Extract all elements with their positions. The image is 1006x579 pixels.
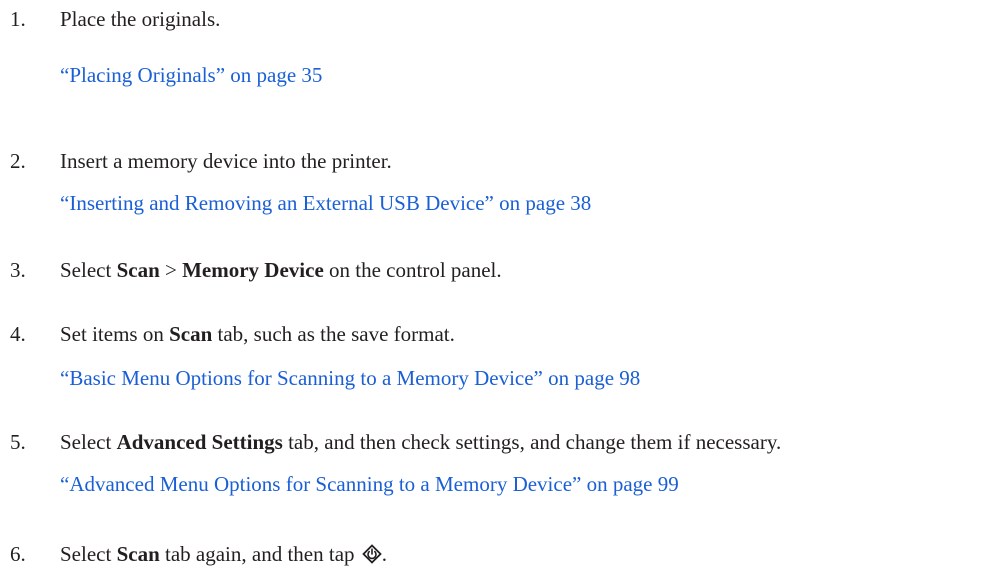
step-text: Set items on Scan tab, such as the save … [60, 321, 455, 347]
inserting-removing-usb-link[interactable]: “Inserting and Removing an External USB … [60, 190, 591, 216]
step-number: 3. [10, 258, 26, 282]
advanced-settings-term: Advanced Settings [116, 430, 283, 454]
start-button-icon [361, 544, 382, 564]
step-text-part: Place the originals. [60, 7, 221, 31]
scan-tab-term: Scan [116, 542, 160, 566]
step-text-part: > [159, 258, 183, 282]
step-number: 4. [10, 322, 26, 346]
step-number: 1. [10, 7, 26, 31]
step-text-part: tab again, and then tap [159, 542, 360, 566]
procedure-steps: 1. Place the originals. “Placing Origina… [0, 0, 1006, 579]
advanced-menu-options-link[interactable]: “Advanced Menu Options for Scanning to a… [60, 471, 679, 497]
memory-device-term: Memory Device [182, 258, 324, 282]
step-text-part: on the control panel. [323, 258, 502, 282]
scan-tab-term: Scan [169, 322, 213, 346]
step-text-part: tab, and then check settings, and change… [282, 430, 782, 454]
step-number: 5. [10, 430, 26, 454]
scan-menu-term: Scan [116, 258, 160, 282]
step-text-part: Select [60, 430, 117, 454]
step-text-part: Select [60, 542, 117, 566]
step-number: 2. [10, 149, 26, 173]
step-text-part: tab, such as the save format. [212, 322, 455, 346]
step-text: Insert a memory device into the printer. [60, 148, 392, 174]
placing-originals-link[interactable]: “Placing Originals” on page 35 [60, 62, 322, 88]
step-text: Select Scan > Memory Device on the contr… [60, 257, 502, 283]
step-text: Select Scan tab again, and then tap . [60, 541, 387, 567]
step-text-part: Set items on [60, 322, 170, 346]
step-text: Select Advanced Settings tab, and then c… [60, 429, 781, 455]
step-text-part: Select [60, 258, 117, 282]
step-number: 6. [10, 542, 26, 566]
step-text: Place the originals. [60, 6, 220, 32]
basic-menu-options-link[interactable]: “Basic Menu Options for Scanning to a Me… [60, 365, 640, 391]
step-text-part: . [381, 542, 388, 566]
step-text-part: Insert a memory device into the printer. [60, 149, 392, 173]
